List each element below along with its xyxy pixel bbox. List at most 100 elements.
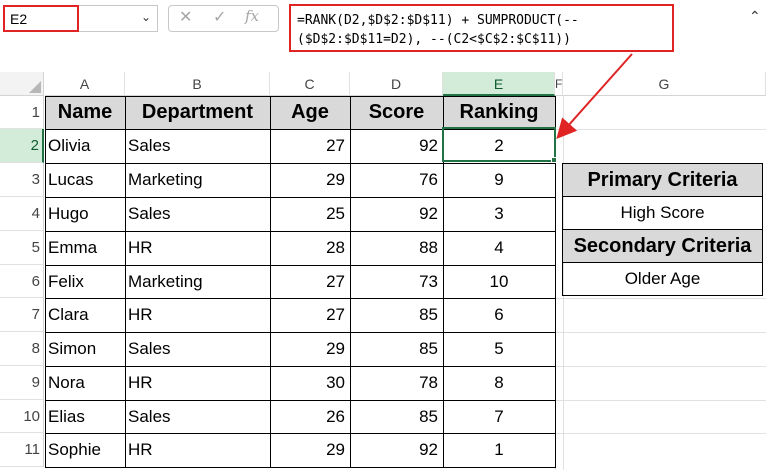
primary-criteria-value[interactable]: High Score bbox=[562, 196, 763, 230]
fill-handle[interactable] bbox=[551, 157, 557, 163]
column-header-g[interactable]: G bbox=[563, 72, 766, 96]
cell-name[interactable]: Clara bbox=[45, 298, 125, 332]
row-header-4[interactable]: 4 bbox=[0, 197, 44, 231]
column-header-e[interactable]: E bbox=[443, 72, 555, 96]
row-header-3[interactable]: 3 bbox=[0, 163, 44, 197]
cell-name[interactable]: Emma bbox=[45, 231, 125, 265]
cell-ranking[interactable]: 5 bbox=[443, 332, 555, 366]
cell-name[interactable]: Simon bbox=[45, 332, 125, 366]
header-cell-age[interactable]: Age bbox=[270, 96, 350, 129]
select-all-corner[interactable] bbox=[0, 72, 44, 96]
enter-icon[interactable]: ✓ bbox=[213, 7, 226, 27]
table-border-v bbox=[125, 96, 126, 468]
table-border-v bbox=[350, 96, 351, 468]
cell-score[interactable]: 85 bbox=[350, 400, 443, 433]
cell-name[interactable]: Nora bbox=[45, 366, 125, 400]
cell-department[interactable]: HR bbox=[125, 433, 270, 467]
table-border-v bbox=[270, 96, 271, 468]
header-cell-score[interactable]: Score bbox=[350, 96, 443, 129]
table-border-h bbox=[45, 467, 556, 468]
cell-name[interactable]: Sophie bbox=[45, 433, 125, 467]
cell-department[interactable]: Sales bbox=[125, 400, 270, 433]
gridline bbox=[556, 332, 766, 333]
insert-function-icon[interactable]: fx bbox=[245, 7, 259, 25]
cell-score[interactable]: 92 bbox=[350, 433, 443, 467]
header-cell-department[interactable]: Department bbox=[125, 96, 270, 129]
cancel-icon[interactable]: ✕ bbox=[179, 7, 192, 27]
cell-department[interactable]: Sales bbox=[125, 197, 270, 231]
row-header-6[interactable]: 6 bbox=[0, 265, 44, 298]
column-header-b[interactable]: B bbox=[125, 72, 270, 96]
cell-ranking[interactable]: 8 bbox=[443, 366, 555, 400]
cell-age[interactable]: 30 bbox=[270, 366, 350, 400]
table-border-h bbox=[45, 400, 556, 401]
cell-age[interactable]: 27 bbox=[270, 298, 350, 332]
cell-department[interactable]: Marketing bbox=[125, 163, 270, 197]
header-cell-name[interactable]: Name bbox=[45, 96, 125, 129]
cell-name[interactable]: Lucas bbox=[45, 163, 125, 197]
cell-age[interactable]: 28 bbox=[270, 231, 350, 265]
collapse-formula-bar-icon[interactable]: ⌃ bbox=[749, 8, 761, 25]
column-header-d[interactable]: D bbox=[350, 72, 443, 96]
cell-score[interactable]: 78 bbox=[350, 366, 443, 400]
cell-age[interactable]: 27 bbox=[270, 129, 350, 163]
secondary-criteria-label[interactable]: Secondary Criteria bbox=[562, 229, 763, 263]
cell-ranking[interactable]: 7 bbox=[443, 400, 555, 433]
table-border-h bbox=[45, 298, 556, 299]
column-header-a[interactable]: A bbox=[45, 72, 125, 96]
cell-name[interactable]: Felix bbox=[45, 265, 125, 298]
secondary-criteria-value[interactable]: Older Age bbox=[562, 262, 763, 296]
select-all-triangle-icon bbox=[29, 81, 41, 93]
row-header-2[interactable]: 2 bbox=[0, 129, 44, 163]
cell-name[interactable]: Olivia bbox=[45, 129, 125, 163]
cell-department[interactable]: HR bbox=[125, 231, 270, 265]
column-header-f[interactable]: F bbox=[555, 72, 563, 96]
cell-ranking[interactable]: 6 bbox=[443, 298, 555, 332]
cell-department[interactable]: Marketing bbox=[125, 265, 270, 298]
cell-ranking[interactable]: 10 bbox=[443, 265, 555, 298]
row-header-7[interactable]: 7 bbox=[0, 298, 44, 332]
row-header-9[interactable]: 9 bbox=[0, 366, 44, 400]
row-header-5[interactable]: 5 bbox=[0, 231, 44, 265]
formula-text[interactable]: =RANK(D2,$D$2:$D$11) + SUMPRODUCT(-- ($D… bbox=[297, 11, 672, 49]
column-header-c[interactable]: C bbox=[270, 72, 350, 96]
gridline bbox=[556, 366, 766, 367]
cell-name[interactable]: Hugo bbox=[45, 197, 125, 231]
cell-age[interactable]: 27 bbox=[270, 265, 350, 298]
cell-age[interactable]: 29 bbox=[270, 163, 350, 197]
row-header-8[interactable]: 8 bbox=[0, 332, 44, 366]
cell-score[interactable]: 73 bbox=[350, 265, 443, 298]
table-border-h bbox=[45, 366, 556, 367]
cell-ranking[interactable]: 4 bbox=[443, 231, 555, 265]
row-header-10[interactable]: 10 bbox=[0, 400, 44, 433]
cell-age[interactable]: 29 bbox=[270, 433, 350, 467]
cell-score[interactable]: 85 bbox=[350, 332, 443, 366]
cell-department[interactable]: HR bbox=[125, 298, 270, 332]
cell-age[interactable]: 29 bbox=[270, 332, 350, 366]
cell-name[interactable]: Elias bbox=[45, 400, 125, 433]
cell-age[interactable]: 26 bbox=[270, 400, 350, 433]
row-header-11[interactable]: 11 bbox=[0, 433, 44, 467]
cell-department[interactable]: HR bbox=[125, 366, 270, 400]
cell-department[interactable]: Sales bbox=[125, 129, 270, 163]
cell-department[interactable]: Sales bbox=[125, 332, 270, 366]
chevron-down-icon[interactable]: ⌄ bbox=[141, 10, 151, 24]
formula-input[interactable]: =RANK(D2,$D$2:$D$11) + SUMPRODUCT(-- ($D… bbox=[289, 4, 674, 52]
cell-score[interactable]: 85 bbox=[350, 298, 443, 332]
cell-score[interactable]: 92 bbox=[350, 129, 443, 163]
cell-score[interactable]: 76 bbox=[350, 163, 443, 197]
table-border-h bbox=[45, 96, 556, 97]
cell-ranking[interactable]: 3 bbox=[443, 197, 555, 231]
cell-age[interactable]: 25 bbox=[270, 197, 350, 231]
cell-ranking[interactable]: 9 bbox=[443, 163, 555, 197]
cell-ranking[interactable]: 1 bbox=[443, 433, 555, 467]
gridline bbox=[556, 433, 766, 434]
header-cell-ranking[interactable]: Ranking bbox=[443, 96, 555, 129]
active-cell-selection[interactable] bbox=[442, 127, 556, 162]
primary-criteria-label[interactable]: Primary Criteria bbox=[562, 163, 763, 197]
row-header-1[interactable]: 1 bbox=[0, 96, 44, 129]
table-border-v bbox=[45, 96, 46, 468]
cell-score[interactable]: 88 bbox=[350, 231, 443, 265]
table-border-h bbox=[45, 163, 556, 164]
cell-score[interactable]: 92 bbox=[350, 197, 443, 231]
